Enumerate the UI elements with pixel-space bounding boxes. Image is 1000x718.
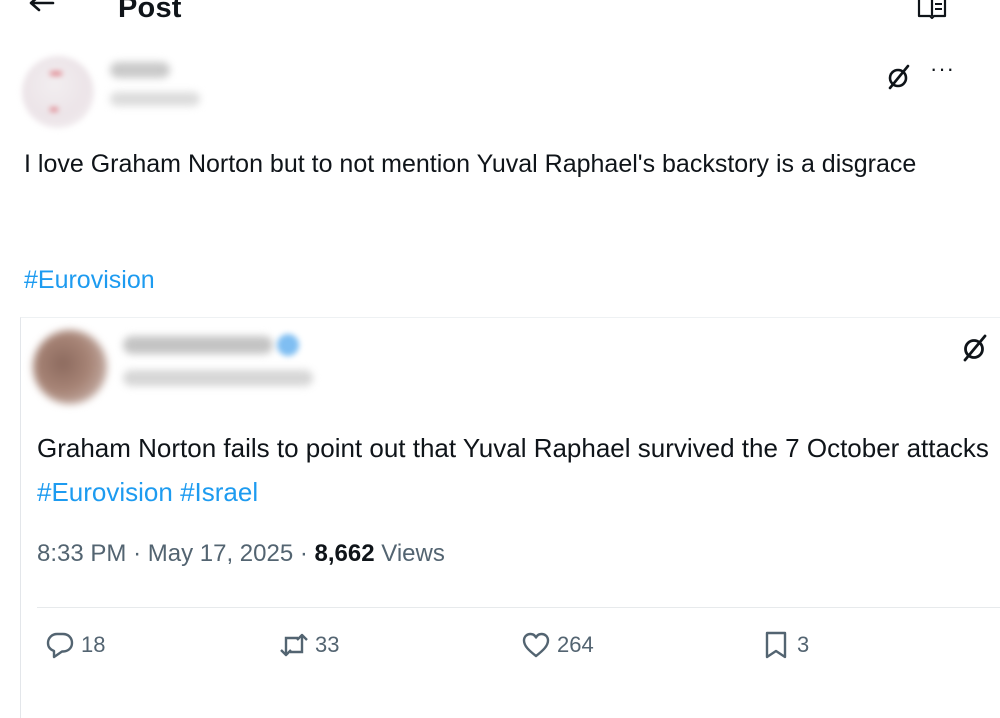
reply-button[interactable]: 18 (45, 626, 135, 666)
hashtag-link[interactable]: #Israel (180, 477, 258, 507)
arrow-left-icon[interactable] (26, 0, 56, 20)
grok-icon[interactable] (884, 62, 914, 92)
action-bar: 18 33 264 3 (21, 626, 1000, 666)
avatar-detail (50, 72, 62, 75)
reader-mode-icon[interactable] (916, 0, 948, 22)
top-bar: Post (0, 0, 1000, 30)
post-date[interactable]: May 17, 2025 (148, 540, 293, 567)
author-handle-redacted (123, 370, 313, 386)
separator: · (133, 540, 142, 567)
quoted-post-card[interactable]: Graham Norton fails to point out that Yu… (20, 317, 1000, 718)
more-icon[interactable]: ··· (930, 56, 955, 82)
repost-button[interactable]: 33 (279, 626, 389, 666)
avatar[interactable] (33, 330, 107, 404)
quoted-post-text: Graham Norton fails to point out that Yu… (37, 426, 997, 514)
page-title: Post (118, 0, 182, 24)
post: ··· I love Graham Norton but to not ment… (0, 50, 1000, 315)
reply-count: 18 (81, 632, 106, 657)
bookmark-count: 3 (797, 632, 810, 657)
views-label: Views (381, 540, 445, 567)
author-name-redacted (110, 62, 170, 78)
like-count: 264 (557, 632, 594, 657)
reply-icon (46, 632, 74, 659)
hashtag-link[interactable]: #Eurovision (37, 477, 173, 507)
quoted-post-body: Graham Norton fails to point out that Yu… (37, 433, 989, 463)
hashtag-link[interactable]: #Eurovision (24, 266, 155, 295)
avatar-detail (50, 108, 58, 111)
bookmark-button[interactable]: 3 (761, 626, 841, 666)
post-metadata: 8:33 PM · May 17, 2025 · 8,662 Views (37, 540, 445, 568)
repost-icon (280, 633, 308, 657)
like-button[interactable]: 264 (521, 626, 631, 666)
divider (37, 607, 1000, 608)
author-handle-redacted (110, 92, 200, 106)
author-name-redacted (123, 336, 273, 354)
heart-icon (522, 632, 550, 658)
verified-badge-icon (277, 334, 299, 356)
grok-icon[interactable] (959, 332, 991, 364)
bookmark-icon (765, 631, 787, 659)
avatar[interactable] (22, 56, 94, 128)
post-text: I love Graham Norton but to not mention … (24, 150, 917, 178)
post-time[interactable]: 8:33 PM (37, 540, 126, 567)
separator: · (299, 540, 308, 567)
views-count: 8,662 (314, 540, 375, 567)
repost-count: 33 (315, 632, 340, 657)
